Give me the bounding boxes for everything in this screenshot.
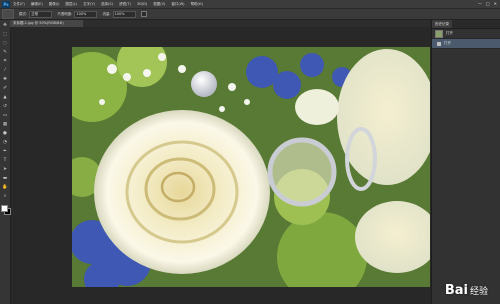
healing-icon[interactable]: ✚ bbox=[2, 77, 8, 83]
minimize-button[interactable]: — bbox=[478, 1, 482, 6]
move-icon[interactable]: ✥ bbox=[2, 23, 8, 29]
panel-header: 历史记录 bbox=[432, 20, 500, 29]
dodge-icon[interactable]: ◔ bbox=[2, 140, 8, 146]
menu-3d[interactable]: 3D(D) bbox=[137, 2, 147, 6]
menu-filter[interactable]: 滤镜(T) bbox=[119, 2, 131, 7]
menu-image[interactable]: 图像(I) bbox=[49, 2, 60, 7]
eyedropper-icon[interactable]: ⁄ bbox=[2, 68, 8, 74]
marquee-icon[interactable]: ⬚ bbox=[2, 32, 8, 38]
flow-label: 流量: bbox=[102, 11, 111, 16]
menu-bar: Ps 文件(F) 编辑(E) 图像(I) 图层(L) 文字(Y) 选择(S) 滤… bbox=[0, 0, 500, 9]
flow-field[interactable]: 100% bbox=[112, 10, 136, 18]
menu-edit[interactable]: 编辑(E) bbox=[31, 2, 43, 7]
opacity-label: 不透明度: bbox=[57, 11, 73, 16]
watermark-sub: 经验 bbox=[469, 287, 488, 297]
flower-photo bbox=[72, 47, 430, 287]
tool-preset-picker[interactable] bbox=[2, 9, 14, 19]
airbrush-toggle[interactable] bbox=[140, 11, 147, 17]
zoom-icon[interactable]: ⌕ bbox=[2, 194, 8, 200]
maximize-button[interactable]: □ bbox=[486, 1, 490, 6]
history-state-icon bbox=[437, 41, 441, 46]
history-item-label: 打开 bbox=[446, 31, 453, 35]
foreground-color-swatch[interactable] bbox=[1, 205, 8, 212]
quick-select-icon[interactable]: ✎ bbox=[2, 50, 8, 56]
tools-panel: ✥ ⬚ ◌ ✎ ⌗ ⁄ ✚ ✐ ▲ ↺ ▭ ▦ ● ◔ ✒ T ➤ ▬ ✋ ⌕ bbox=[0, 20, 11, 304]
mode-select[interactable]: 正常 bbox=[29, 10, 53, 18]
hand-icon[interactable]: ✋ bbox=[2, 185, 8, 191]
mode-label: 模式: bbox=[19, 11, 28, 16]
lasso-icon[interactable]: ◌ bbox=[2, 41, 8, 47]
snapshot-thumbnail bbox=[435, 29, 443, 38]
crop-icon[interactable]: ⌗ bbox=[2, 59, 8, 65]
menu-type[interactable]: 文字(Y) bbox=[83, 2, 95, 7]
window-controls: — □ ✕ bbox=[478, 1, 497, 6]
close-button[interactable]: ✕ bbox=[494, 1, 497, 6]
menu-view[interactable]: 视图(V) bbox=[153, 2, 165, 7]
menu-file[interactable]: 文件(F) bbox=[13, 2, 25, 7]
document-image[interactable] bbox=[72, 47, 430, 287]
photoshop-logo: Ps bbox=[2, 0, 10, 8]
history-panel: 历史记录 打开 打开 bbox=[431, 20, 500, 304]
options-bar: 模式: 正常 不透明度: 100% 流量: 100% bbox=[0, 9, 500, 20]
eraser-icon[interactable]: ▭ bbox=[2, 113, 8, 119]
menu-help[interactable]: 帮助(H) bbox=[191, 2, 203, 7]
pen-icon[interactable]: ✒ bbox=[2, 149, 8, 155]
menu-select[interactable]: 选择(S) bbox=[101, 2, 113, 7]
menu-layer[interactable]: 图层(L) bbox=[65, 2, 77, 7]
opacity-field[interactable]: 100% bbox=[74, 10, 98, 18]
history-item[interactable]: 打开 bbox=[432, 39, 500, 49]
document-tab[interactable]: 未标题-1.jpg @ 50%(RGB/8#) bbox=[10, 20, 83, 27]
baidu-watermark: Bai 经验 bbox=[445, 283, 488, 298]
history-brush-icon[interactable]: ↺ bbox=[2, 104, 8, 110]
blur-icon[interactable]: ● bbox=[2, 131, 8, 137]
stamp-icon[interactable]: ▲ bbox=[2, 95, 8, 101]
gradient-icon[interactable]: ▦ bbox=[2, 122, 8, 128]
color-swatches[interactable] bbox=[1, 205, 11, 215]
document-tab-bar: 未标题-1.jpg @ 50%(RGB/8#) bbox=[10, 20, 430, 27]
watermark-brand: Bai bbox=[444, 283, 468, 298]
canvas-area[interactable] bbox=[11, 28, 430, 304]
brush-icon[interactable]: ✐ bbox=[2, 86, 8, 92]
shape-icon[interactable]: ▬ bbox=[2, 176, 8, 182]
tab-history[interactable]: 历史记录 bbox=[432, 20, 452, 28]
history-snapshot[interactable]: 打开 bbox=[432, 29, 500, 39]
menu-window[interactable]: 窗口(W) bbox=[171, 2, 184, 7]
path-select-icon[interactable]: ➤ bbox=[2, 167, 8, 173]
history-item-label: 打开 bbox=[444, 41, 451, 45]
type-icon[interactable]: T bbox=[2, 158, 8, 164]
